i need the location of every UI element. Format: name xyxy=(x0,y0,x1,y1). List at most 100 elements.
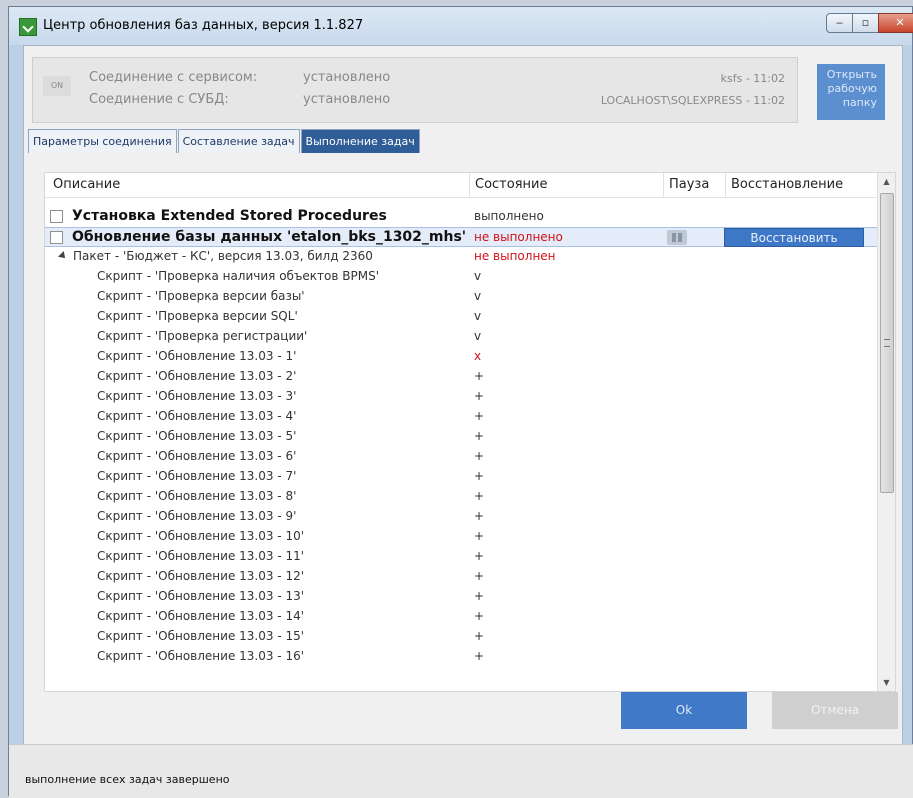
minimize-button[interactable]: ‒ xyxy=(826,13,853,33)
maximize-button[interactable]: ▫ xyxy=(852,13,879,33)
task-checkbox[interactable] xyxy=(50,231,63,244)
cancel-button[interactable]: Отмена xyxy=(772,692,898,729)
script-state: + xyxy=(474,389,485,403)
script-row[interactable]: Скрипт - 'Обновление 13.03 - 15' + xyxy=(45,627,878,647)
task-row-selected[interactable]: Обновление базы данных 'etalon_bks_1302_… xyxy=(45,227,878,247)
task-grid: Описание Состояние Пауза Восстановление … xyxy=(44,172,896,692)
dbms-connection-label: Соединение с СУБД: xyxy=(89,92,229,107)
connection-status-panel: ON Соединение с сервисом: установлено Со… xyxy=(32,57,798,123)
scroll-up-icon[interactable]: ▲ xyxy=(878,173,895,190)
script-state: + xyxy=(474,569,485,583)
open-folder-line1: Открыть xyxy=(826,68,877,81)
task-description: Обновление базы данных 'etalon_bks_1302_… xyxy=(72,229,467,245)
package-state: не выполнен xyxy=(474,249,556,263)
script-description: Скрипт - 'Обновление 13.03 - 13' xyxy=(97,589,305,603)
script-description: Скрипт - 'Обновление 13.03 - 14' xyxy=(97,609,305,623)
script-description: Скрипт - 'Проверка наличия объектов BPMS… xyxy=(97,269,380,283)
service-connection-value: установлено xyxy=(303,70,391,85)
app-window: Центр обновления баз данных, версия 1.1.… xyxy=(8,6,913,798)
script-row[interactable]: Скрипт - 'Обновление 13.03 - 7' + xyxy=(45,467,878,487)
script-description: Скрипт - 'Обновление 13.03 - 10' xyxy=(97,529,305,543)
expand-arrow-icon[interactable] xyxy=(58,251,68,261)
dbms-connection-value: установлено xyxy=(303,92,391,107)
script-state: v xyxy=(474,329,482,343)
script-description: Скрипт - 'Обновление 13.03 - 8' xyxy=(97,489,297,503)
script-row[interactable]: Скрипт - 'Обновление 13.03 - 13' + xyxy=(45,587,878,607)
pause-icon[interactable] xyxy=(667,230,687,245)
script-description: Скрипт - 'Обновление 13.03 - 3' xyxy=(97,389,297,403)
task-description: Установка Extended Stored Procedures xyxy=(72,208,387,224)
package-description: Пакет - 'Бюджет - КС', версия 13.03, бил… xyxy=(73,249,373,263)
ok-button[interactable]: Ok xyxy=(621,692,747,729)
script-row[interactable]: Скрипт - 'Обновление 13.03 - 3' + xyxy=(45,387,878,407)
script-state: + xyxy=(474,449,485,463)
script-state: + xyxy=(474,629,485,643)
script-description: Скрипт - 'Обновление 13.03 - 9' xyxy=(97,509,297,523)
task-state: выполнено xyxy=(474,209,544,223)
tab-strip: Параметры соединения Составление задач В… xyxy=(28,129,421,153)
script-row[interactable]: Скрипт - 'Проверка версии SQL' v xyxy=(45,307,878,327)
script-description: Скрипт - 'Обновление 13.03 - 2' xyxy=(97,369,297,383)
script-state: v xyxy=(474,289,482,303)
script-description: Скрипт - 'Обновление 13.03 - 7' xyxy=(97,469,297,483)
tab-task-composition[interactable]: Составление задач xyxy=(177,129,300,153)
script-row[interactable]: Скрипт - 'Обновление 13.03 - 4' + xyxy=(45,407,878,427)
script-row[interactable]: Скрипт - 'Обновление 13.03 - 9' + xyxy=(45,507,878,527)
close-button[interactable]: ✕ xyxy=(878,13,913,33)
script-description: Скрипт - 'Обновление 13.03 - 16' xyxy=(97,649,305,663)
title-bar[interactable]: Центр обновления баз данных, версия 1.1.… xyxy=(9,7,913,45)
col-pause[interactable]: Пауза xyxy=(669,177,709,192)
script-description: Скрипт - 'Обновление 13.03 - 15' xyxy=(97,629,305,643)
script-row[interactable]: Скрипт - 'Обновление 13.03 - 6' + xyxy=(45,447,878,467)
status-text: выполнение всех задач завершено xyxy=(25,773,230,786)
window-title: Центр обновления баз данных, версия 1.1.… xyxy=(43,18,364,33)
col-description[interactable]: Описание xyxy=(53,177,120,192)
package-row[interactable]: Пакет - 'Бюджет - КС', версия 13.03, бил… xyxy=(45,247,878,267)
script-row[interactable]: Скрипт - 'Обновление 13.03 - 8' + xyxy=(45,487,878,507)
script-state: + xyxy=(474,549,485,563)
script-state: + xyxy=(474,429,485,443)
script-row[interactable]: Скрипт - 'Проверка регистрации' v xyxy=(45,327,878,347)
script-state: + xyxy=(474,369,485,383)
task-state: не выполнено xyxy=(474,230,563,244)
status-bar: выполнение всех задач завершено xyxy=(9,744,913,798)
task-row[interactable]: Установка Extended Stored Procedures вып… xyxy=(45,207,878,227)
scroll-thumb[interactable] xyxy=(880,193,894,493)
open-work-folder-button[interactable]: Открыть рабочую папку xyxy=(817,64,885,120)
script-state: + xyxy=(474,609,485,623)
app-update-icon xyxy=(19,18,37,36)
grid-header: Описание Состояние Пауза Восстановление xyxy=(45,173,878,198)
restore-button[interactable]: Восстановить xyxy=(724,228,864,247)
task-checkbox[interactable] xyxy=(50,210,63,223)
script-description: Скрипт - 'Проверка регистрации' xyxy=(97,329,308,343)
script-state: + xyxy=(474,649,485,663)
script-row[interactable]: Скрипт - 'Обновление 13.03 - 5' + xyxy=(45,427,878,447)
connection-on-badge: ON xyxy=(43,76,71,96)
vertical-scrollbar[interactable]: ▲ ▼ xyxy=(877,173,895,691)
script-state: + xyxy=(474,409,485,423)
script-row[interactable]: Скрипт - 'Проверка наличия объектов BPMS… xyxy=(45,267,878,287)
tab-connection-params[interactable]: Параметры соединения xyxy=(28,129,177,153)
col-restore[interactable]: Восстановление xyxy=(731,177,843,192)
script-state: + xyxy=(474,489,485,503)
script-state: x xyxy=(474,349,482,363)
script-description: Скрипт - 'Обновление 13.03 - 11' xyxy=(97,549,305,563)
script-row[interactable]: Скрипт - 'Обновление 13.03 - 11' + xyxy=(45,547,878,567)
script-description: Скрипт - 'Обновление 13.03 - 12' xyxy=(97,569,305,583)
col-state[interactable]: Состояние xyxy=(475,177,547,192)
tab-task-execution[interactable]: Выполнение задач xyxy=(300,129,420,153)
script-state: + xyxy=(474,529,485,543)
client-area: ON Соединение с сервисом: установлено Со… xyxy=(23,45,903,787)
scroll-down-icon[interactable]: ▼ xyxy=(878,674,895,691)
script-state: + xyxy=(474,469,485,483)
script-state: + xyxy=(474,509,485,523)
script-row[interactable]: Скрипт - 'Обновление 13.03 - 16' + xyxy=(45,647,878,667)
script-state: v xyxy=(474,269,482,283)
script-row[interactable]: Скрипт - 'Обновление 13.03 - 14' + xyxy=(45,607,878,627)
script-row[interactable]: Скрипт - 'Обновление 13.03 - 10' + xyxy=(45,527,878,547)
script-row[interactable]: Скрипт - 'Обновление 13.03 - 12' + xyxy=(45,567,878,587)
script-row[interactable]: Скрипт - 'Обновление 13.03 - 2' + xyxy=(45,367,878,387)
script-row[interactable]: Скрипт - 'Обновление 13.03 - 1' x xyxy=(45,347,878,367)
script-row[interactable]: Скрипт - 'Проверка версии базы' v xyxy=(45,287,878,307)
script-description: Скрипт - 'Проверка версии SQL' xyxy=(97,309,298,323)
